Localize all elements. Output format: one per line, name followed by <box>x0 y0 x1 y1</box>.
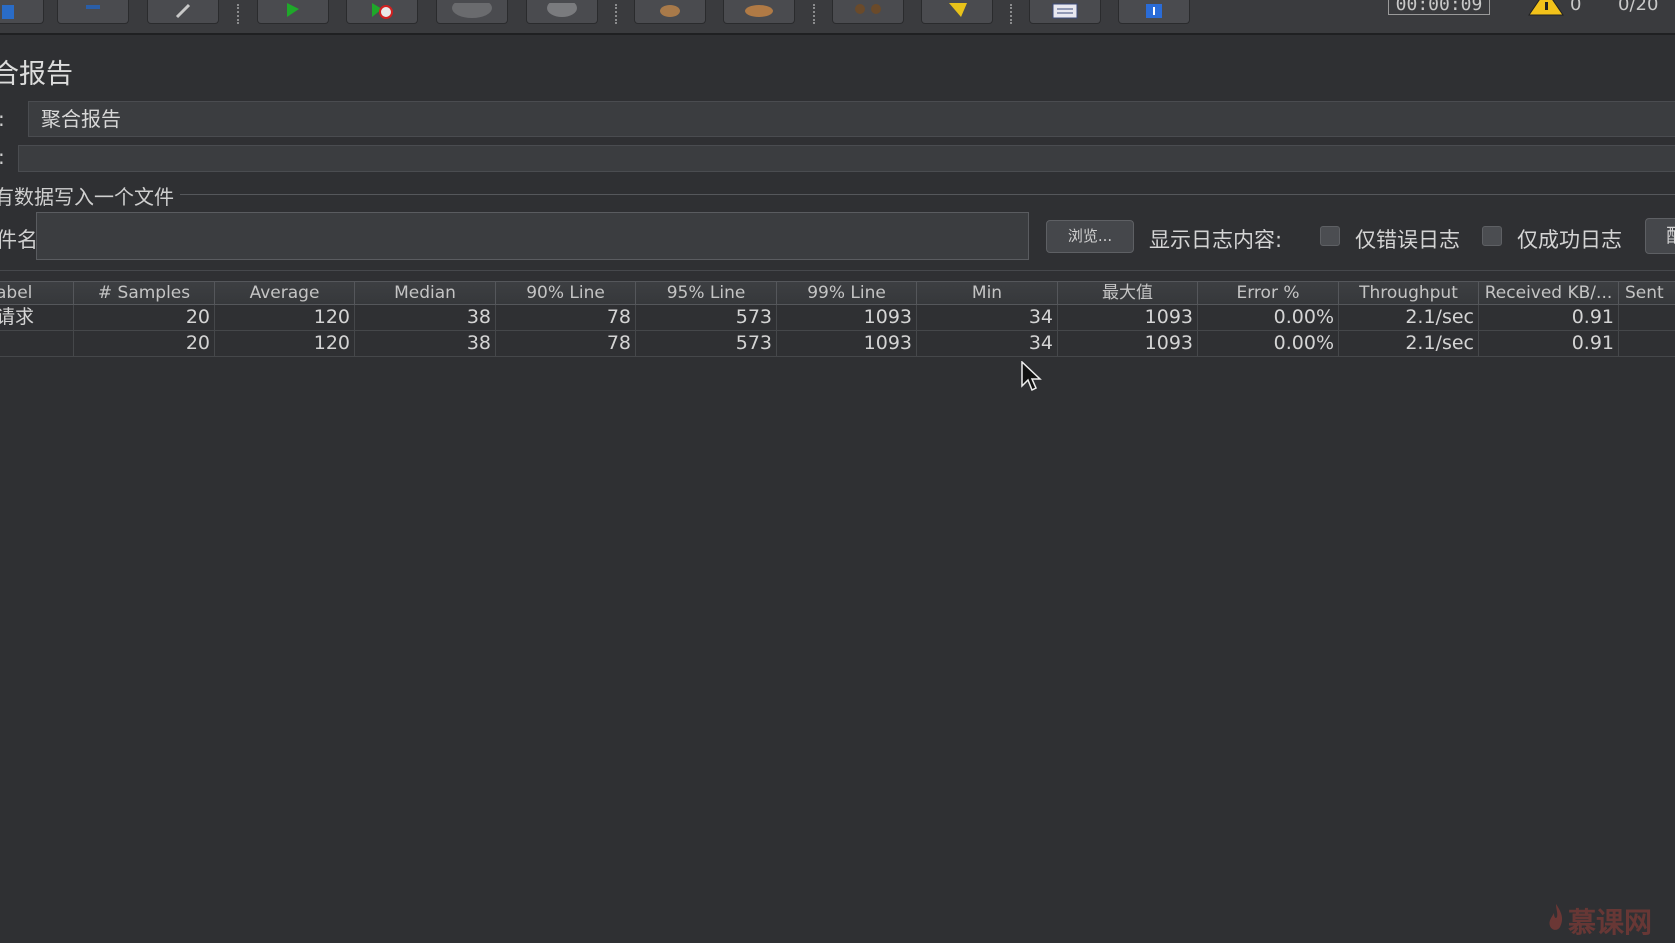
toolbar-separator <box>615 4 617 24</box>
clear-all-button[interactable] <box>723 0 795 24</box>
column-header-95-line[interactable]: 95% Line <box>636 282 777 304</box>
cell-received: 0.91 <box>1479 305 1619 330</box>
filename-label: 件名 <box>0 228 38 252</box>
cell-99-line: 1093 <box>777 331 917 356</box>
search-button[interactable] <box>832 0 904 24</box>
toolbar-separator <box>813 4 815 24</box>
help-button[interactable] <box>1118 0 1190 24</box>
help-icon <box>1146 3 1162 18</box>
stop-icon <box>452 2 492 18</box>
errors-only-label: 仅错误日志 <box>1355 228 1460 252</box>
column-header-median[interactable]: Median <box>355 282 496 304</box>
cell-received: 0.91 <box>1479 331 1619 356</box>
cell-max: 1093 <box>1058 305 1198 330</box>
warning-count: 0 <box>1570 0 1582 15</box>
cell-90-line: 78 <box>496 305 636 330</box>
column-header-max[interactable]: 最大值 <box>1058 282 1198 304</box>
comment-field[interactable] <box>18 145 1675 172</box>
table-header: abel # Samples Average Median 90% Line 9… <box>0 281 1675 305</box>
warning-icon[interactable] <box>1527 0 1565 16</box>
shutdown-icon <box>547 2 577 17</box>
cell-99-line: 1093 <box>777 305 917 330</box>
cell-average: 120 <box>215 331 355 356</box>
cell-sent <box>1619 331 1675 356</box>
start-no-pause-icon <box>372 2 393 19</box>
cell-throughput: 2.1/sec <box>1339 305 1479 330</box>
comment-label: : <box>0 145 5 169</box>
column-header-label[interactable]: abel <box>0 282 74 304</box>
success-only-label: 仅成功日志 <box>1517 228 1622 252</box>
new-button[interactable] <box>0 0 44 24</box>
configure-button[interactable]: 配 <box>1645 218 1675 254</box>
name-label: : <box>0 107 5 131</box>
column-header-min[interactable]: Min <box>917 282 1058 304</box>
edit-icon <box>175 3 191 18</box>
filename-input[interactable] <box>36 212 1029 260</box>
cell-95-line: 573 <box>636 331 777 356</box>
cell-min: 34 <box>917 331 1058 356</box>
elapsed-timer: 00:00:09 <box>1388 0 1490 15</box>
mouse-cursor-icon <box>1021 361 1042 392</box>
function-helper-icon <box>1052 3 1078 18</box>
watermark-text: 慕课网 <box>1568 906 1653 939</box>
reset-search-button[interactable] <box>921 0 993 24</box>
table-row[interactable]: 请求 20 120 38 78 573 1093 34 1093 0.00% 2… <box>0 305 1675 331</box>
stop-button[interactable] <box>436 0 508 24</box>
templates-button[interactable] <box>57 0 129 24</box>
function-helper-button[interactable] <box>1029 0 1101 24</box>
cell-throughput: 2.1/sec <box>1339 331 1479 356</box>
cell-samples: 20 <box>74 331 215 356</box>
page-title: 合报告 <box>0 59 73 90</box>
column-header-sent[interactable]: Sent <box>1619 282 1675 304</box>
templates-icon <box>86 4 100 9</box>
toolbar-separator <box>237 4 239 24</box>
group-border <box>0 194 1675 195</box>
column-header-90-line[interactable]: 90% Line <box>496 282 636 304</box>
divider <box>0 270 1675 271</box>
cell-90-line: 78 <box>496 331 636 356</box>
cell-95-line: 573 <box>636 305 777 330</box>
aggregate-report-table: abel # Samples Average Median 90% Line 9… <box>0 281 1675 357</box>
toolbar-separator <box>1010 4 1012 24</box>
start-icon <box>287 2 299 17</box>
cell-error: 0.00% <box>1198 305 1339 330</box>
reset-search-icon <box>949 2 967 17</box>
log-content-label: 显示日志内容: <box>1149 228 1283 252</box>
start-button[interactable] <box>257 0 329 24</box>
active-threads: 0/20 <box>1618 0 1659 15</box>
column-header-error[interactable]: Error % <box>1198 282 1339 304</box>
cell-label: 请求 <box>0 305 74 330</box>
clear-button[interactable] <box>634 0 706 24</box>
cell-max: 1093 <box>1058 331 1198 356</box>
name-field[interactable]: 聚合报告 <box>28 101 1675 137</box>
browse-button[interactable]: 浏览... <box>1046 220 1134 253</box>
toolbar: 00:00:09 0 0/20 <box>0 0 1675 35</box>
cell-samples: 20 <box>74 305 215 330</box>
column-header-samples[interactable]: # Samples <box>74 282 215 304</box>
cell-average: 120 <box>215 305 355 330</box>
cell-error: 0.00% <box>1198 331 1339 356</box>
shutdown-button[interactable] <box>526 0 598 24</box>
column-header-average[interactable]: Average <box>215 282 355 304</box>
column-header-99-line[interactable]: 99% Line <box>777 282 917 304</box>
file-group-title: 有数据写入一个文件 <box>0 181 180 210</box>
success-only-checkbox[interactable] <box>1482 226 1502 246</box>
new-icon <box>2 4 14 19</box>
clear-icon <box>660 4 680 17</box>
cell-median: 38 <box>355 305 496 330</box>
cell-min: 34 <box>917 305 1058 330</box>
flame-logo-icon <box>1549 904 1563 930</box>
cell-sent <box>1619 305 1675 330</box>
cell-label <box>0 331 74 356</box>
cell-median: 38 <box>355 331 496 356</box>
edit-button[interactable] <box>147 0 219 24</box>
column-header-received[interactable]: Received KB/... <box>1479 282 1619 304</box>
table-row-total[interactable]: 20 120 38 78 573 1093 34 1093 0.00% 2.1/… <box>0 331 1675 357</box>
errors-only-checkbox[interactable] <box>1320 226 1340 246</box>
start-no-pause-button[interactable] <box>346 0 418 24</box>
search-icon <box>855 3 881 14</box>
clear-all-icon <box>745 4 773 17</box>
column-header-throughput[interactable]: Throughput <box>1339 282 1479 304</box>
